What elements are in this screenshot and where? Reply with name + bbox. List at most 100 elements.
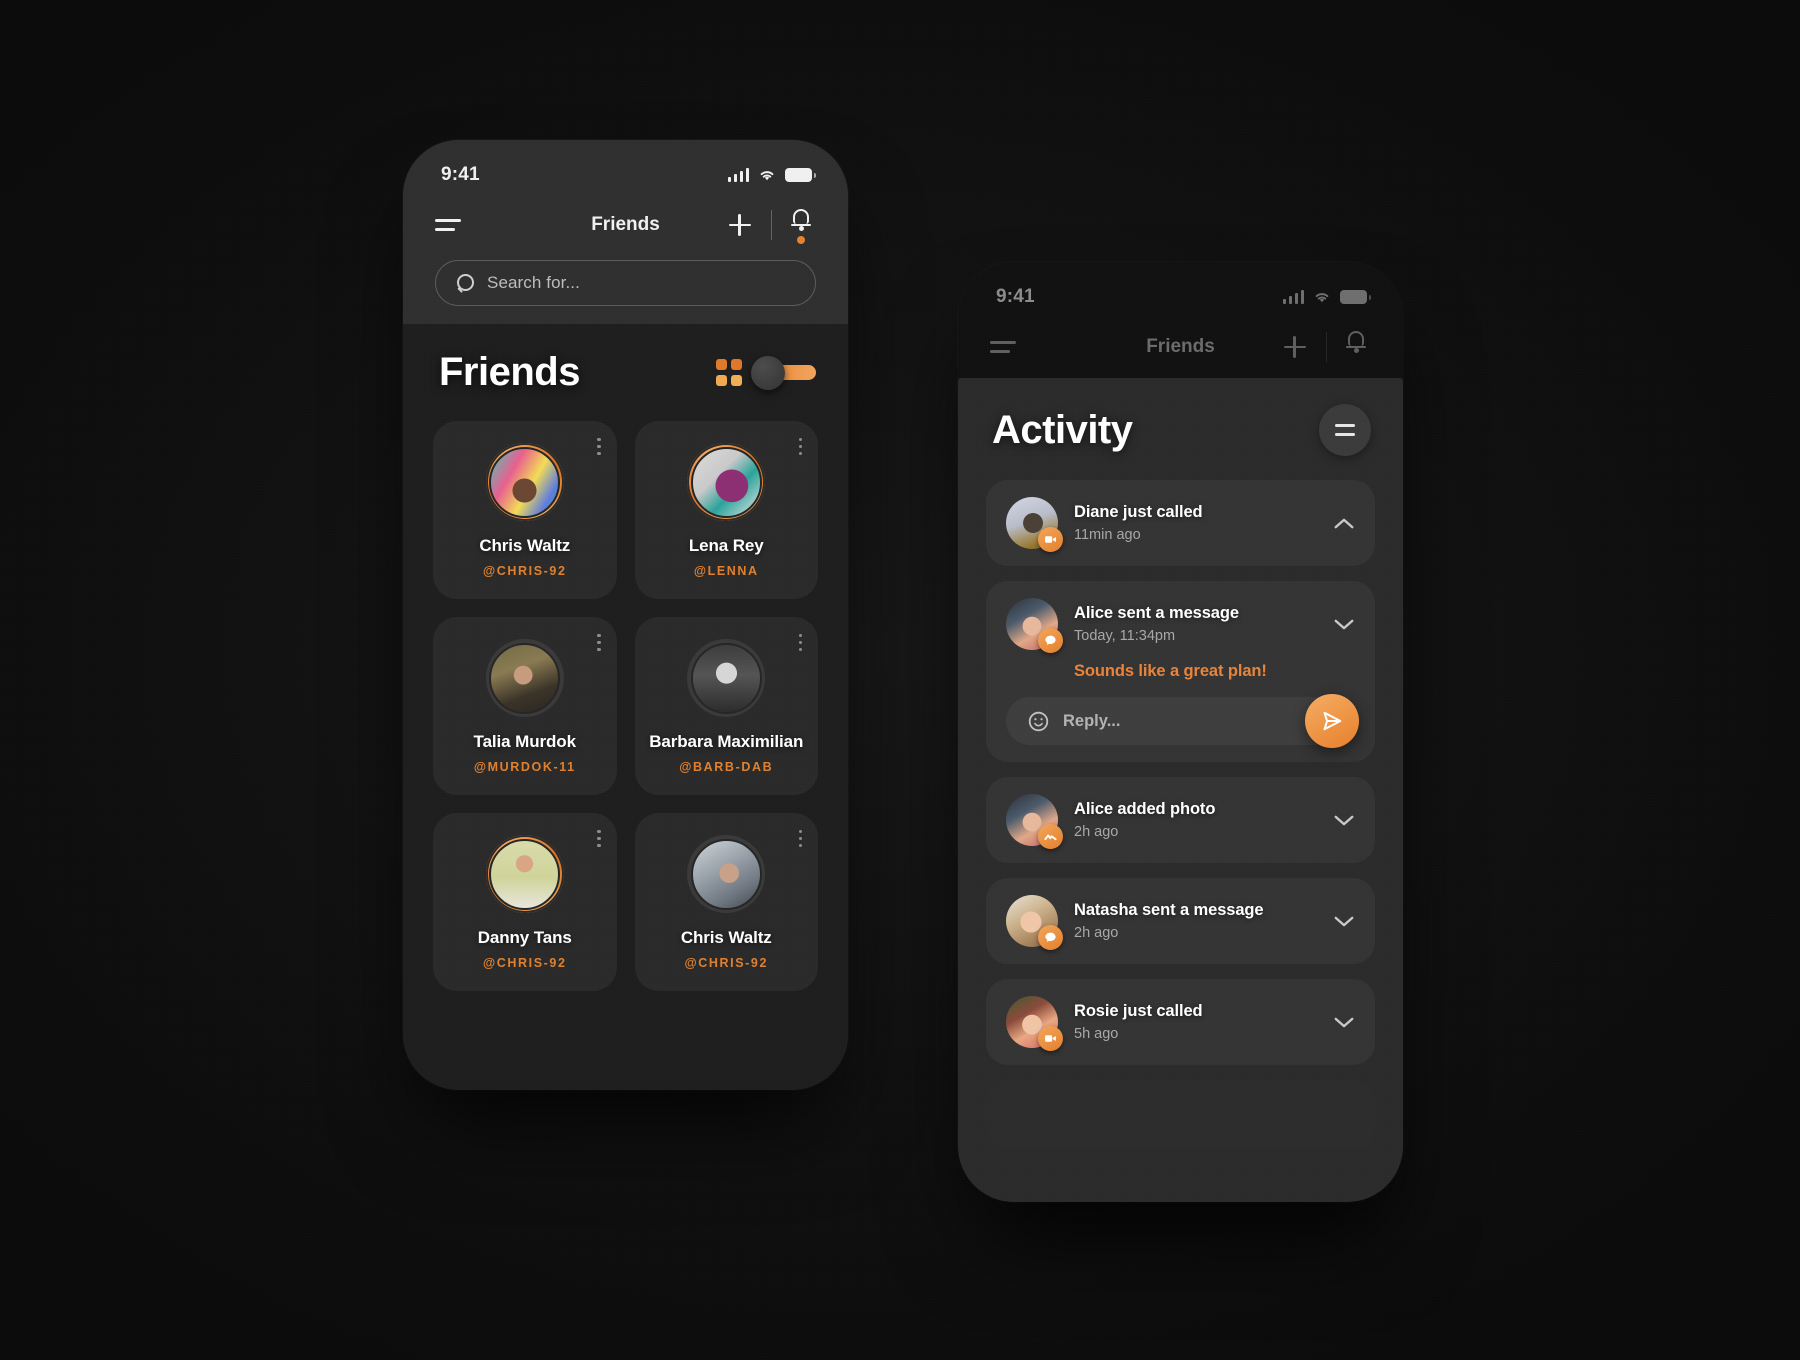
avatar: [690, 446, 762, 518]
friend-name: Chris Waltz: [479, 536, 571, 555]
avatar: [690, 838, 762, 910]
grid-view-icon[interactable]: [715, 359, 742, 386]
plus-icon[interactable]: [1278, 330, 1312, 364]
activity-card[interactable]: Alice sent a message Today, 11:34pm Sounds…: [986, 581, 1375, 762]
avatar-ring: [687, 443, 766, 521]
status-bar: 9:41: [403, 140, 848, 194]
kebab-menu-icon[interactable]: [798, 438, 802, 456]
friend-handle: @CHRIS-92: [482, 956, 567, 971]
avatar: [489, 838, 561, 910]
avatar: [1006, 598, 1063, 653]
activity-text: Alice sent a message Today, 11:34pm: [1074, 604, 1317, 644]
friend-name: Danny Tans: [477, 928, 572, 947]
chevron-down-icon: [1334, 916, 1354, 926]
friend-handle: @LENNA: [693, 564, 759, 579]
activity-title: Diane just called: [1074, 503, 1203, 521]
friend-name: Barbara Maximilian: [649, 732, 804, 751]
friend-card[interactable]: Lena Rey @LENNA: [634, 421, 818, 599]
chevron-down-icon[interactable]: [1333, 814, 1355, 827]
search-placeholder: Search for...: [487, 273, 580, 292]
hamburger-menu-icon[interactable]: [990, 341, 1016, 353]
activity-timestamp: 2h ago: [1074, 925, 1119, 941]
status-bar: 9:41: [958, 262, 1403, 316]
chevron-down-icon[interactable]: [1333, 618, 1355, 631]
friend-card[interactable]: Danny Tans @CHRIS-92: [433, 813, 617, 991]
chat-bubble-icon: [1038, 628, 1063, 653]
activity-title: Rosie just called: [1074, 1002, 1203, 1020]
friend-card[interactable]: Talia Murdok @MURDOK-11: [433, 617, 617, 795]
status-icons: [1282, 290, 1371, 304]
activity-card[interactable]: Natasha sent a message 2h ago: [986, 878, 1375, 964]
chevron-down-icon: [1334, 619, 1354, 629]
friends-section-header: Friends: [433, 350, 818, 395]
kebab-menu-icon[interactable]: [597, 438, 601, 456]
search-input[interactable]: Search for...: [435, 260, 816, 306]
kebab-menu-icon[interactable]: [798, 830, 802, 848]
view-controls: [715, 355, 816, 390]
activity-row: Diane just called 11min ago: [1006, 497, 1355, 552]
bell-icon[interactable]: [1341, 327, 1371, 367]
page-title: Activity: [992, 407, 1133, 452]
avatar-ring: [687, 835, 766, 913]
wifi-icon: [760, 171, 774, 181]
chevron-up-icon[interactable]: [1333, 517, 1355, 530]
friend-card[interactable]: Chris Waltz @CHRIS-92: [634, 813, 818, 991]
photo-mountain-icon: [1044, 834, 1057, 841]
friends-top-zone: 9:41 Friends Search for...: [403, 140, 848, 324]
chevron-up-icon: [1334, 518, 1354, 528]
avatar: [489, 642, 561, 714]
phone-activity-screen: 9:41 Friends Activity Diane just called …: [958, 262, 1403, 1202]
activity-card[interactable]: Rosie just called 5h ago: [986, 979, 1375, 1065]
friend-card[interactable]: Chris Waltz @CHRIS-92: [433, 421, 617, 599]
smiley-face-icon[interactable]: [1028, 711, 1049, 732]
activity-text: Natasha sent a message 2h ago: [1074, 901, 1317, 941]
filter-lines-icon[interactable]: [1319, 404, 1371, 456]
view-toggle-switch[interactable]: [751, 355, 816, 390]
avatar: [1006, 895, 1063, 950]
app-mockup-canvas: 9:41 Friends Search for... Friends Chris…: [0, 0, 1800, 1360]
chevron-down-icon: [1334, 815, 1354, 825]
battery-full-icon: [1340, 290, 1371, 304]
activity-timestamp: 5h ago: [1074, 1026, 1119, 1042]
friend-handle: @CHRIS-92: [684, 956, 769, 971]
avatar: [1006, 497, 1063, 552]
friends-content: Friends Chris Waltz @CHRIS-92 Lena Rey @LEN…: [403, 324, 848, 1090]
hamburger-menu-icon[interactable]: [435, 219, 461, 231]
kebab-menu-icon[interactable]: [597, 830, 601, 848]
activity-row: Alice added photo 2h ago: [1006, 794, 1355, 849]
friends-card-grid: Chris Waltz @CHRIS-92 Lena Rey @LENNA Talia …: [433, 421, 818, 991]
video-camera-icon: [1038, 1026, 1063, 1051]
page-title: Friends: [439, 350, 580, 394]
chat-bubble-icon: [1045, 932, 1056, 943]
activity-card[interactable]: Diane just called 11min ago: [986, 480, 1375, 566]
friend-name: Talia Murdok: [473, 732, 576, 751]
bell-icon[interactable]: [786, 205, 816, 245]
wifi-icon: [1315, 293, 1329, 303]
send-paper-plane-icon[interactable]: [1305, 694, 1359, 748]
avatar: [690, 642, 762, 714]
activity-timestamp: 11min ago: [1074, 527, 1141, 543]
activity-timestamp: 2h ago: [1074, 824, 1119, 840]
plus-icon[interactable]: [723, 208, 757, 242]
friend-name: Lena Rey: [688, 536, 764, 555]
kebab-menu-icon[interactable]: [798, 634, 802, 652]
friends-nav-bar: Friends: [403, 194, 848, 256]
friend-card[interactable]: Barbara Maximilian @BARB-DAB: [634, 617, 818, 795]
video-camera-icon: [1038, 527, 1063, 552]
reply-input[interactable]: Reply...: [1006, 697, 1355, 745]
chevron-down-icon[interactable]: [1333, 1016, 1355, 1029]
activity-text: Rosie just called 5h ago: [1074, 1002, 1317, 1042]
list-item-partial[interactable]: [986, 1080, 1375, 1150]
activity-row: Natasha sent a message 2h ago: [1006, 895, 1355, 950]
nav-actions: [723, 205, 817, 245]
activity-row: Rosie just called 5h ago: [1006, 996, 1355, 1051]
activity-title: Alice added photo: [1074, 800, 1216, 818]
video-camera-icon: [1045, 536, 1056, 543]
activity-card[interactable]: Alice added photo 2h ago: [986, 777, 1375, 863]
status-time: 9:41: [441, 164, 480, 185]
notification-dot: [797, 236, 805, 244]
activity-section-header: Activity: [986, 404, 1375, 456]
kebab-menu-icon[interactable]: [597, 634, 601, 652]
activity-title: Alice sent a message: [1074, 604, 1239, 622]
chevron-down-icon[interactable]: [1333, 915, 1355, 928]
